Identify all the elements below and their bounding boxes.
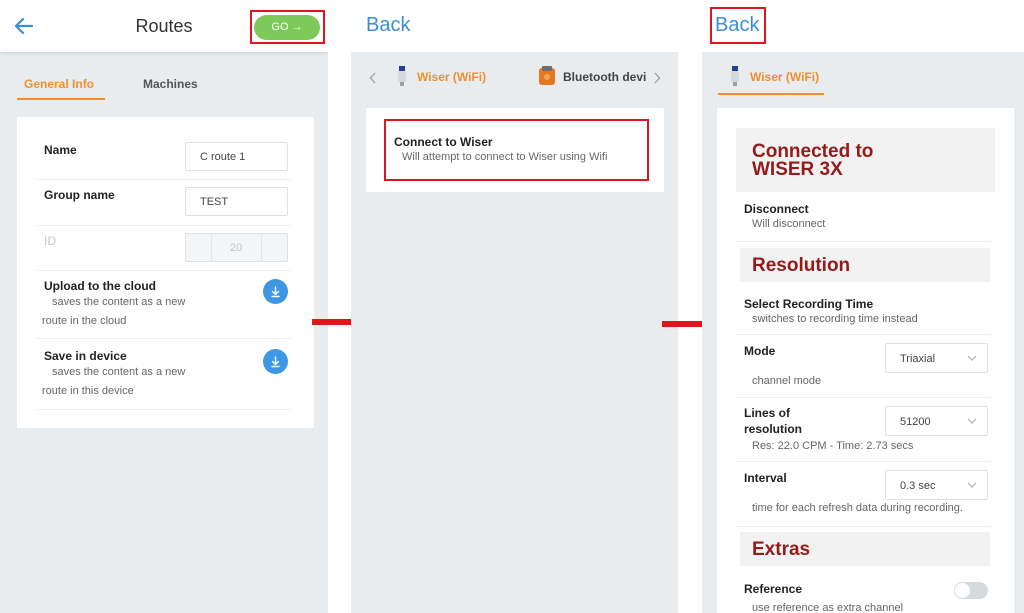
chevron-left-icon[interactable] xyxy=(369,72,377,84)
divider xyxy=(35,225,291,226)
divider xyxy=(735,397,991,398)
chevron-down-icon xyxy=(967,418,977,424)
wiser-sensor-icon xyxy=(731,66,739,86)
mode-select[interactable]: Triaxial xyxy=(885,343,988,373)
save-device-title: Save in device xyxy=(44,349,127,363)
back-button[interactable]: Back xyxy=(366,14,410,37)
divider xyxy=(35,409,291,410)
interval-select[interactable]: 0.3 sec xyxy=(885,470,988,500)
interval-desc: time for each refresh data during record… xyxy=(752,502,963,514)
upload-cloud-desc-1: saves the content as a new xyxy=(52,296,186,308)
general-info-card: Name C route 1 Group name TEST ID 20 Upl… xyxy=(17,117,314,428)
disconnect-title[interactable]: Disconnect xyxy=(744,202,809,216)
group-name-value: TEST xyxy=(200,196,229,208)
resolution-heading: Resolution xyxy=(752,255,851,276)
lines-label-1: Lines of xyxy=(744,406,791,420)
lines-label-2: resolution xyxy=(744,422,803,436)
chevron-down-icon xyxy=(967,355,977,361)
chevron-right-icon[interactable] xyxy=(653,72,661,84)
download-icon xyxy=(271,356,280,368)
lines-select[interactable]: 51200 xyxy=(885,406,988,436)
upload-cloud-desc-2: route in the cloud xyxy=(42,315,127,327)
id-value: 20 xyxy=(230,242,243,254)
interval-select-value: 0.3 sec xyxy=(900,480,936,492)
chevron-down-icon xyxy=(967,482,977,488)
recording-time-title[interactable]: Select Recording Time xyxy=(744,297,873,311)
divider xyxy=(735,526,991,527)
mode-desc: channel mode xyxy=(752,375,822,387)
id-stepper-plus xyxy=(261,234,287,261)
group-name-label: Group name xyxy=(44,188,115,202)
save-device-desc-1: saves the content as a new xyxy=(52,366,186,378)
settings-card: Connected to WISER 3X Disconnect Will di… xyxy=(717,108,1014,613)
back-highlight xyxy=(710,7,766,44)
app-bar: Back xyxy=(351,0,678,52)
active-tab-indicator xyxy=(718,93,824,95)
device-tabs: Wiser (WiFi) xyxy=(702,52,1024,100)
device-tabs: Wiser (WiFi) Bluetooth devi xyxy=(351,52,678,100)
recording-time-desc: switches to recording time instead xyxy=(752,313,918,325)
go-highlight xyxy=(250,10,325,44)
tab-wiser-wifi[interactable]: Wiser (WiFi) xyxy=(750,70,819,84)
tutorial-screenshot: Routes GO → General Info Machines Name C… xyxy=(0,0,1024,613)
connect-highlight xyxy=(384,119,649,181)
name-label: Name xyxy=(44,143,77,157)
upload-cloud-title: Upload to the cloud xyxy=(44,279,156,293)
lines-select-value: 51200 xyxy=(900,416,931,428)
extras-heading-box: Extras xyxy=(740,532,990,566)
divider xyxy=(735,334,991,335)
reference-desc: use reference as extra channel xyxy=(752,602,904,613)
interval-label: Interval xyxy=(744,471,787,485)
divider xyxy=(35,179,291,180)
tab-wiser-wifi[interactable]: Wiser (WiFi) xyxy=(417,70,486,84)
reference-toggle[interactable] xyxy=(954,582,988,599)
tab-bar: General Info Machines xyxy=(0,60,328,100)
app-bar: Back xyxy=(702,0,1024,52)
group-name-field[interactable]: TEST xyxy=(185,187,288,216)
mode-select-value: Triaxial xyxy=(900,353,936,365)
app-bar: Routes GO → xyxy=(0,0,328,52)
lines-desc: Res: 22.0 CPM - Time: 2.73 secs xyxy=(752,440,914,452)
divider xyxy=(735,461,991,462)
upload-cloud-button[interactable] xyxy=(263,279,288,304)
device-select-screen: Back Wiser (WiFi) Bluetooth devi Connect… xyxy=(351,0,678,613)
download-icon xyxy=(271,286,280,298)
connected-heading-line-2: WISER 3X xyxy=(752,159,843,180)
name-field[interactable]: C route 1 xyxy=(185,142,288,171)
save-device-desc-2: route in this device xyxy=(42,385,134,397)
divider xyxy=(35,270,291,271)
extras-heading: Extras xyxy=(752,539,811,560)
bluetooth-device-icon xyxy=(539,66,555,85)
id-label: ID xyxy=(44,234,56,248)
tab-general-info[interactable]: General Info xyxy=(24,77,94,91)
id-stepper: 20 xyxy=(185,233,288,262)
resolution-heading-box: Resolution xyxy=(740,248,990,282)
routes-screen: Routes GO → General Info Machines Name C… xyxy=(0,0,328,613)
mode-label: Mode xyxy=(744,344,776,358)
tab-bluetooth-devices[interactable]: Bluetooth devi xyxy=(563,70,646,84)
wiser-sensor-icon xyxy=(398,66,406,86)
connected-heading-box: Connected to WISER 3X xyxy=(736,128,995,192)
tab-machines[interactable]: Machines xyxy=(143,77,198,91)
save-device-button[interactable] xyxy=(263,349,288,374)
wiser-settings-screen: Back Wiser (WiFi) Connected to WISER 3X … xyxy=(702,0,1024,613)
disconnect-desc: Will disconnect xyxy=(752,218,826,230)
active-tab-indicator xyxy=(17,98,105,100)
divider xyxy=(735,241,991,242)
name-field-value: C route 1 xyxy=(200,151,246,163)
divider xyxy=(35,338,291,339)
reference-label: Reference xyxy=(744,582,803,596)
id-stepper-minus xyxy=(186,234,212,261)
toggle-knob xyxy=(955,583,970,598)
